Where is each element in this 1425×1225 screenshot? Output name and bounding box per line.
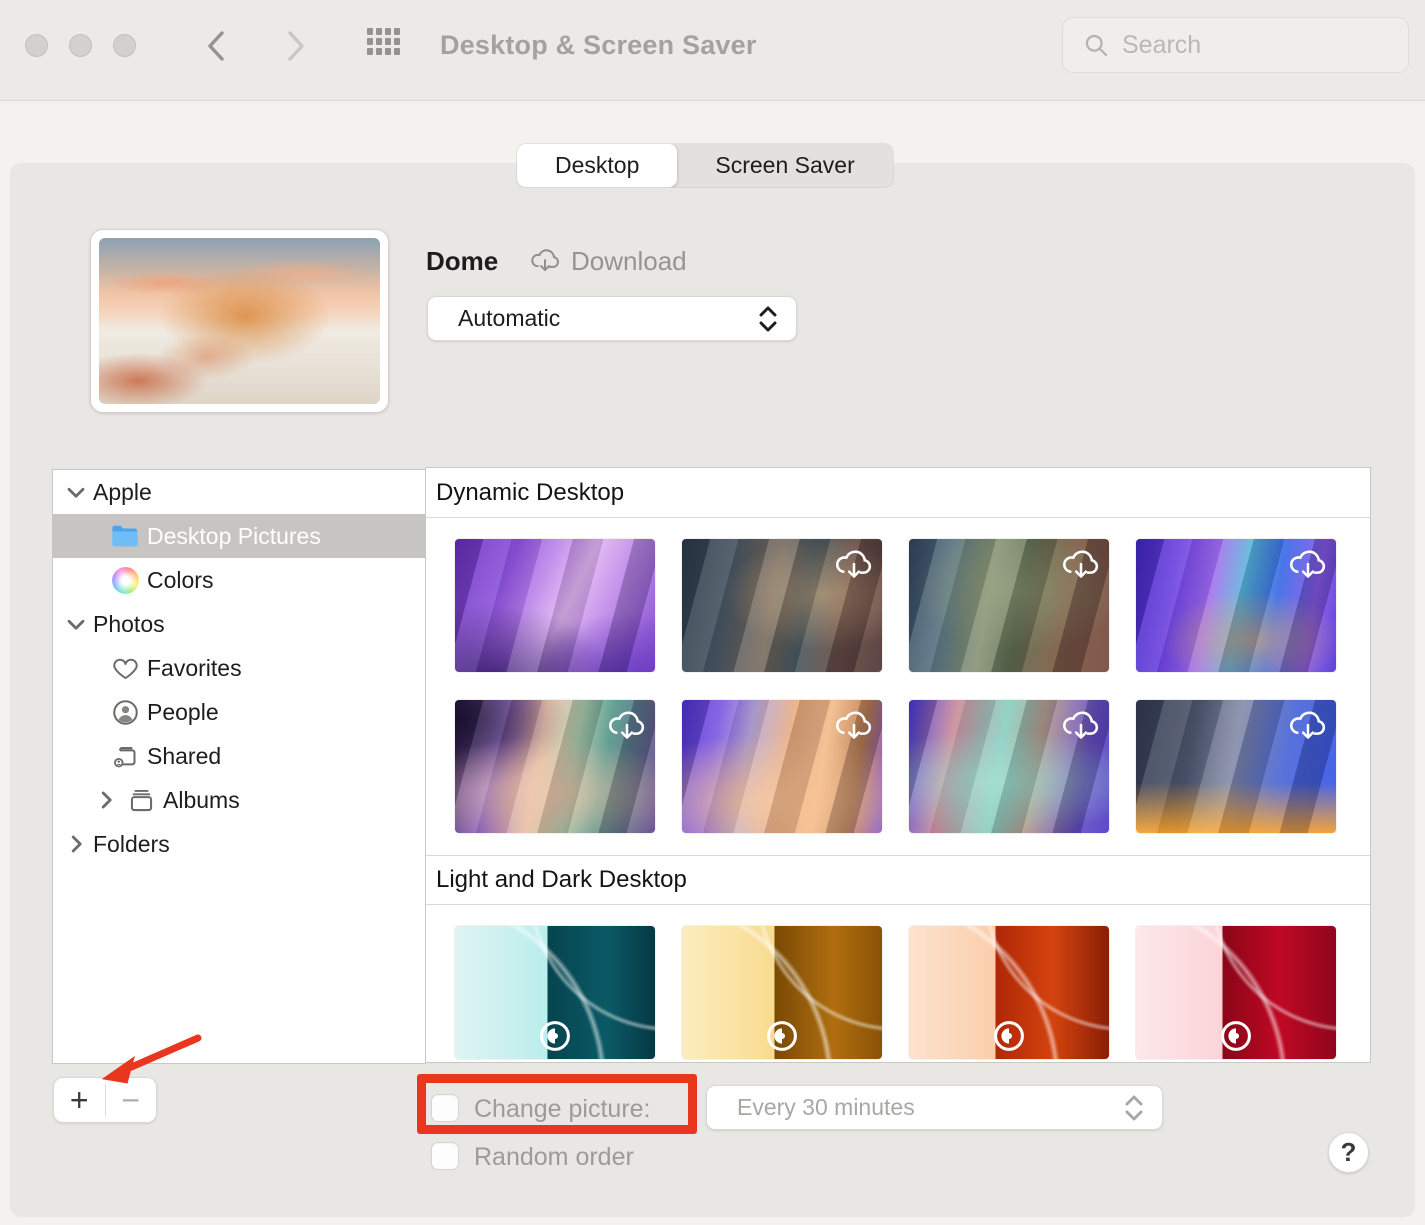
albums-icon <box>125 786 157 814</box>
sidebar-label: Colors <box>147 567 213 594</box>
light-dark-badge-icon <box>988 1015 1030 1057</box>
sidebar-label: Albums <box>163 787 240 814</box>
dynamic-desktop-grid <box>426 518 1370 833</box>
person-icon <box>109 698 141 726</box>
light-dark-badge-icon <box>1215 1015 1257 1057</box>
title-bar: Desktop & Screen Saver Search <box>0 0 1425 101</box>
sidebar-item-desktop-pictures[interactable]: Desktop Pictures <box>53 514 425 558</box>
change-picture-label: Change picture: <box>474 1095 651 1124</box>
close-window-button[interactable] <box>25 34 48 57</box>
sidebar-item-photos[interactable]: Photos <box>53 602 425 646</box>
light-dark-badge-icon <box>534 1015 576 1057</box>
sidebar-label: Shared <box>147 743 221 770</box>
dome-wallpaper-image <box>99 238 380 404</box>
download-link[interactable]: Download <box>527 244 687 278</box>
cloud-download-badge-icon <box>1058 704 1104 750</box>
sidebar-item-shared[interactable]: Shared <box>53 734 425 778</box>
wallpaper-thumbnail-ld-blue[interactable] <box>455 926 655 1059</box>
minimize-window-button[interactable] <box>69 34 92 57</box>
wallpaper-thumbnail-bigsur-art[interactable] <box>1136 539 1336 672</box>
wallpaper-gallery-panel: Dynamic Desktop Light and Dark Desktop <box>425 467 1371 1063</box>
help-button[interactable]: ? <box>1328 1132 1369 1173</box>
select-chevrons-icon <box>756 304 780 334</box>
heart-icon <box>109 654 141 682</box>
desktop-screensaver-tabs: Desktop Screen Saver <box>517 144 893 187</box>
cloud-download-badge-icon <box>1058 543 1104 589</box>
tab-desktop[interactable]: Desktop <box>517 144 677 187</box>
download-label: Download <box>571 246 687 277</box>
wallpaper-thumbnail-ld-orange[interactable] <box>909 926 1109 1059</box>
search-field[interactable]: Search <box>1062 17 1409 73</box>
wallpaper-thumbnail-bigsur-photo[interactable] <box>682 539 882 672</box>
search-placeholder: Search <box>1122 31 1201 60</box>
chevron-right-icon[interactable] <box>95 790 117 810</box>
wallpaper-thumbnail-ld-yellow[interactable] <box>682 926 882 1059</box>
folder-icon <box>109 522 141 550</box>
cloud-download-badge-icon <box>604 704 650 750</box>
select-chevrons-icon <box>1122 1093 1146 1123</box>
change-picture-checkbox[interactable] <box>431 1094 459 1122</box>
search-icon <box>1083 32 1110 59</box>
cloud-download-badge-icon <box>1285 543 1331 589</box>
sidebar-item-colors[interactable]: Colors <box>53 558 425 602</box>
sidebar-item-albums[interactable]: Albums <box>53 778 425 822</box>
sidebar-label: Desktop Pictures <box>147 523 321 550</box>
light-dark-badge-icon <box>761 1015 803 1057</box>
section-header-light-dark-desktop: Light and Dark Desktop <box>426 855 1370 905</box>
tab-screen-saver[interactable]: Screen Saver <box>677 144 892 187</box>
sidebar-label: Folders <box>93 831 170 858</box>
chevron-down-icon[interactable] <box>65 485 87 499</box>
forward-button[interactable] <box>277 28 313 64</box>
sidebar-label: People <box>147 699 219 726</box>
wallpaper-thumbnail-beach[interactable] <box>909 700 1109 833</box>
chevron-right-icon[interactable] <box>65 834 87 854</box>
source-list-sidebar: Apple Desktop Pictures Colors Photos Fav… <box>52 469 426 1064</box>
sidebar-label: Photos <box>93 611 165 638</box>
wallpaper-thumbnail-desert[interactable] <box>682 700 882 833</box>
color-wheel-icon <box>109 566 141 594</box>
desktop-screensaver-preferences-window: { "window": { "title": "Desktop & Screen… <box>0 0 1425 1225</box>
random-order-checkbox[interactable] <box>431 1142 459 1170</box>
window-title: Desktop & Screen Saver <box>440 30 757 61</box>
chevron-down-icon[interactable] <box>65 617 87 631</box>
sidebar-label: Favorites <box>147 655 242 682</box>
sidebar-label: Apple <box>93 479 152 506</box>
wallpaper-thumbnail-valley[interactable] <box>455 700 655 833</box>
appearance-mode-select[interactable]: Automatic <box>427 296 797 341</box>
add-remove-button-group: + − <box>53 1077 157 1123</box>
light-dark-desktop-grid <box>426 905 1370 1059</box>
sidebar-item-favorites[interactable]: Favorites <box>53 646 425 690</box>
zoom-window-button[interactable] <box>113 34 136 57</box>
cloud-download-badge-icon <box>1285 704 1331 750</box>
wallpaper-thumbnail-catalina[interactable] <box>909 539 1109 672</box>
cloud-download-badge-icon <box>831 704 877 750</box>
shared-album-icon <box>109 742 141 770</box>
back-button[interactable] <box>199 28 235 64</box>
change-interval-value: Every 30 minutes <box>737 1094 915 1121</box>
current-wallpaper-preview <box>90 229 389 413</box>
appearance-mode-value: Automatic <box>458 305 560 332</box>
cloud-download-icon <box>527 244 563 278</box>
remove-folder-button[interactable]: − <box>105 1078 156 1122</box>
wallpaper-thumbnail-ld-pink[interactable] <box>1136 926 1336 1059</box>
wallpaper-thumbnail-solar[interactable] <box>1136 700 1336 833</box>
sidebar-item-folders[interactable]: Folders <box>53 822 425 866</box>
wallpaper-thumbnail-monterey[interactable] <box>455 539 655 672</box>
show-all-grid-icon[interactable] <box>366 27 402 63</box>
random-order-label: Random order <box>474 1143 634 1172</box>
section-header-dynamic-desktop: Dynamic Desktop <box>426 468 1370 518</box>
change-interval-select[interactable]: Every 30 minutes <box>706 1085 1163 1130</box>
sidebar-item-apple[interactable]: Apple <box>53 470 425 514</box>
add-folder-button[interactable]: + <box>54 1078 105 1122</box>
sidebar-item-people[interactable]: People <box>53 690 425 734</box>
cloud-download-badge-icon <box>831 543 877 589</box>
wallpaper-name: Dome <box>426 246 498 277</box>
